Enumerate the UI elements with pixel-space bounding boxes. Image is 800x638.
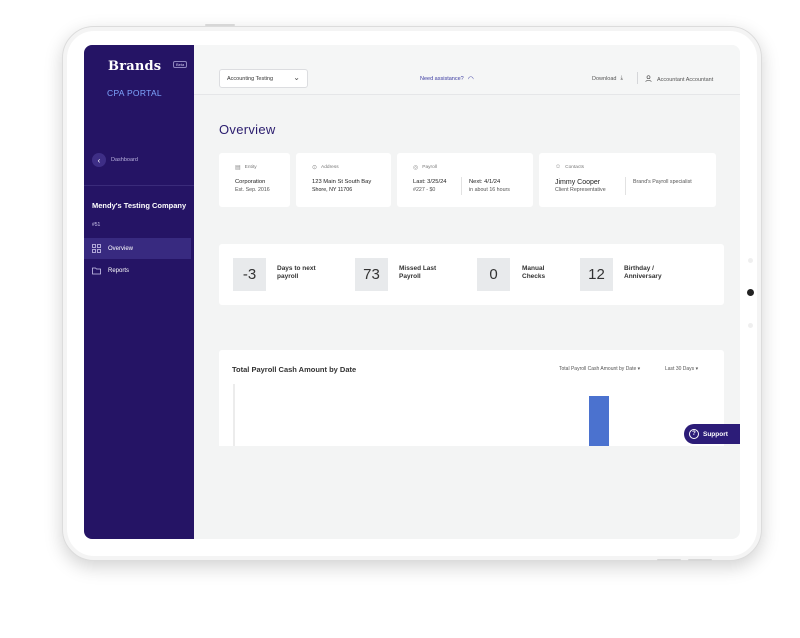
birthday-anniversary-label: Birthday / Anniversary [624,265,662,281]
chevron-left-icon: ‹ [92,153,106,167]
contact-role: Client Representative [555,187,606,193]
building-icon: ▤ [235,165,241,171]
support-label: Support [703,430,728,438]
assistance-link[interactable]: Need assistance? ◠ [420,75,474,83]
payroll-header: ◎ Payroll [413,164,437,171]
sidebar-divider [84,185,194,186]
stat-label-line: Birthday / [624,265,654,272]
sidebar-item-overview[interactable]: Overview [84,238,191,259]
tablet-bottom-button-1 [657,559,681,561]
beta-badge: Beta [173,61,188,68]
stat-label-line: Manual [522,265,545,272]
contacts-divider [625,177,626,195]
address-line2: Shore, NY 11706 [312,187,353,193]
support-button[interactable]: ? Support [684,424,740,444]
contacts-header: ☺ Contacts [555,164,584,170]
company-name: Mendy's Testing Company [92,201,187,210]
days-to-next-payroll-value: -3 [233,258,266,291]
stat-label-line: payroll [277,273,299,280]
manual-checks-label: Manual Checks [522,265,545,281]
topbar-divider [637,72,638,84]
payroll-card: ◎ Payroll Last: 3/25/24 #227 - $0 Next: 4… [397,153,533,207]
download-button[interactable]: Download ⤓ [592,75,623,82]
download-label: Download [592,75,617,82]
missed-last-payroll-label: Missed Last Payroll [399,265,436,281]
camera-lens [747,289,754,296]
payroll-last-date: Last: 3/25/24 [413,179,447,185]
stat-label-line: Anniversary [624,273,662,280]
user-menu[interactable]: Accountant Accountant [645,75,713,84]
portal-title: CPA PORTAL [107,88,162,98]
top-bar: Accounting Testing ⌄ Need assistance? ◠ … [194,45,740,95]
address-line1: 123 Main St South Bay [312,179,372,185]
payroll-last-amount: #227 - $0 [413,187,436,193]
grid-icon [92,244,101,253]
stat-label-line: Checks [522,273,546,280]
contacts-card: ☺ Contacts Jimmy Cooper Client Representa… [539,153,716,207]
folder-icon [92,266,101,275]
tablet-top-button [205,24,235,26]
page-title: Overview [219,122,276,137]
address-label: Address [321,165,339,170]
entity-established: Est. Sep. 2016 [235,187,270,193]
address-card: ⊙ Address 123 Main St South Bay Shore, NY… [296,153,391,207]
contact-name: Jimmy Cooper [555,179,601,186]
contacts-label: Contacts [565,164,585,170]
sidebar-item-label: Reports [108,267,130,274]
entity-card: ▤ Entity Corporation Est. Sep. 2016 [219,153,290,207]
payroll-label: Payroll [422,165,437,170]
stat-label-line: Payroll [399,273,421,280]
birthday-anniversary-value: 12 [580,258,613,291]
dollar-circle-icon: ◎ [413,165,419,171]
payroll-bar-chart [233,384,609,446]
manual-checks-value: 0 [477,258,510,291]
back-to-dashboard-button[interactable]: ‹ Dashboard [92,153,138,167]
payroll-next-date: Next: 4/1/24 [469,179,501,185]
question-icon: ? [689,429,699,439]
screen: Brands Beta CPA PORTAL ‹ Dashboard Mendy… [84,45,740,539]
headset-icon: ◠ [467,76,474,83]
entity-header: ▤ Entity [235,164,257,171]
brand-logo[interactable]: Brands [108,59,161,74]
contacts-icon: ☺ [555,164,562,170]
days-to-next-payroll-label: Days to next payroll [277,265,316,281]
chevron-down-icon: ⌄ [293,73,300,82]
download-icon: ⤓ [620,75,623,81]
address-header: ⊙ Address [312,164,339,171]
chart-bar[interactable] [589,396,609,446]
sidebar-item-label: Overview [108,245,134,252]
stat-label-line: Missed Last [399,265,437,272]
user-icon [645,75,652,84]
sidebar-item-reports[interactable]: Reports [84,260,191,281]
stats-panel: -3 Days to next payroll 73 Missed Last Pay… [219,244,724,305]
user-name: Accountant Accountant [657,76,714,83]
back-label: Dashboard [111,157,138,163]
tablet-bottom-button-2 [688,559,712,561]
location-pin-icon: ⊙ [312,165,318,171]
side-sensor [748,323,753,328]
assistance-label: Need assistance? [420,76,464,82]
missed-last-payroll-value: 73 [355,258,388,291]
payroll-specialist: Brand's Payroll specialist [633,179,692,185]
company-id: #51 [92,222,101,228]
entity-label: Entity [244,165,257,170]
sidebar: Brands Beta CPA PORTAL ‹ Dashboard Mendy… [84,45,194,539]
entity-type: Corporation [235,179,266,185]
payroll-divider [461,177,462,195]
company-select[interactable]: Accounting Testing ⌄ [219,69,308,88]
payroll-chart-panel: Total Payroll Cash Amount by Date Total … [219,350,724,446]
stat-label-line: Days to next [277,265,316,272]
company-select-value: Accounting Testing [227,75,274,82]
side-sensor [748,258,753,263]
payroll-next-relative: in about 16 hours [469,187,510,193]
